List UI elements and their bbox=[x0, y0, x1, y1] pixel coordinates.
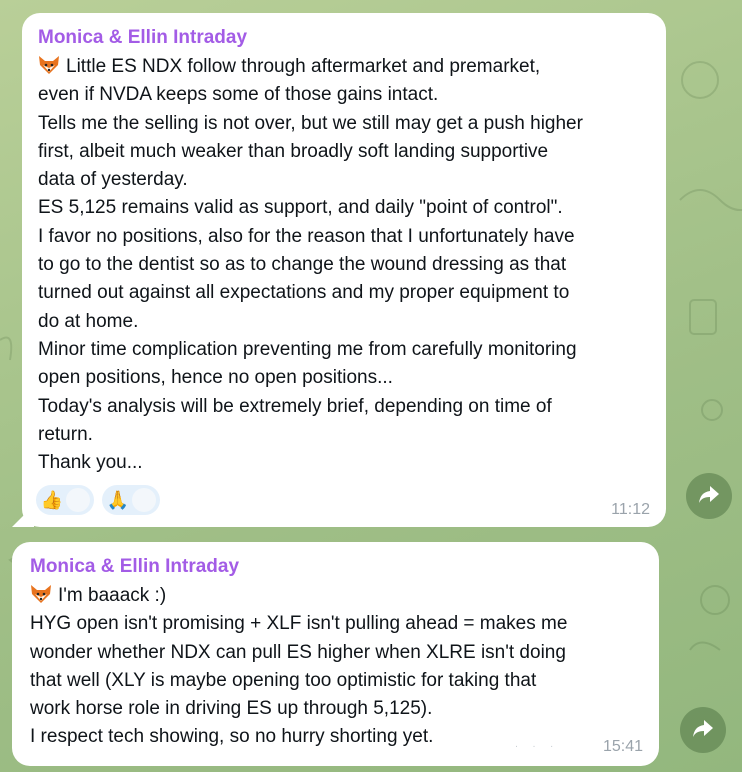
message-line: return. bbox=[38, 423, 93, 445]
fox-emoji-icon bbox=[30, 584, 52, 604]
message-line: ES 5,125 remains valid as support, and d… bbox=[38, 197, 563, 219]
message-line: open positions, hence no open positions.… bbox=[38, 367, 393, 389]
sender-name[interactable]: Monica & Ellin Intraday bbox=[38, 25, 650, 51]
message-line: Today's analysis will be extremely brief… bbox=[38, 395, 552, 417]
message-line: Little ES NDX follow through aftermarket… bbox=[38, 53, 650, 81]
reactor-avatar bbox=[66, 488, 90, 512]
message-line: turned out against all expectations and … bbox=[38, 282, 570, 304]
message-line: that well (XLY is maybe opening too opti… bbox=[30, 669, 537, 691]
forward-button[interactable] bbox=[680, 707, 726, 753]
sender-name[interactable]: Monica & Ellin Intraday bbox=[30, 554, 641, 580]
message-time: 15:41 bbox=[602, 738, 643, 755]
message-line: even if NVDA keeps some of those gains i… bbox=[38, 84, 439, 106]
reactor-avatar bbox=[132, 488, 156, 512]
message-bubble[interactable]: Monica & Ellin Intraday I'm baaack :) HY… bbox=[12, 542, 659, 766]
message-line: Minor time complication preventing me fr… bbox=[38, 338, 577, 360]
message-line: to go to the dentist so as to change the… bbox=[38, 254, 567, 276]
forward-arrow-icon bbox=[698, 484, 720, 509]
message-line: do at home. bbox=[38, 310, 139, 332]
message-line: wonder whether NDX can pull ES higher wh… bbox=[30, 641, 566, 663]
thumbs-up-icon: 👍 bbox=[40, 489, 64, 510]
message-line: I'm baaack :) bbox=[30, 582, 641, 610]
message-line: first, albeit much weaker than broadly s… bbox=[38, 140, 549, 162]
reactions-bar: 👍 🙏 bbox=[36, 485, 160, 515]
forward-arrow-icon bbox=[692, 718, 714, 743]
reaction-thumbs-up[interactable]: 👍 bbox=[36, 485, 94, 515]
forward-button[interactable] bbox=[686, 473, 732, 519]
message-line: HYG open isn't promising + XLF isn't pul… bbox=[30, 613, 568, 635]
message-line: work horse role in driving ES up through… bbox=[30, 698, 433, 720]
fox-emoji-icon bbox=[38, 55, 60, 75]
message-line: Tells me the selling is not over, but we… bbox=[38, 112, 583, 134]
message-line: data of yesterday. bbox=[38, 169, 188, 191]
message-time: 11:12 bbox=[611, 501, 650, 518]
reaction-praying-hands[interactable]: 🙏 bbox=[102, 485, 160, 515]
message-line: I favor no positions, also for the reaso… bbox=[38, 225, 575, 247]
message-bubble[interactable]: Monica & Ellin Intraday Little ES NDX fo… bbox=[22, 13, 666, 527]
views-indicator: . . . bbox=[515, 739, 559, 750]
message-line: Thank you... bbox=[38, 452, 143, 474]
praying-hands-icon: 🙏 bbox=[106, 489, 130, 510]
